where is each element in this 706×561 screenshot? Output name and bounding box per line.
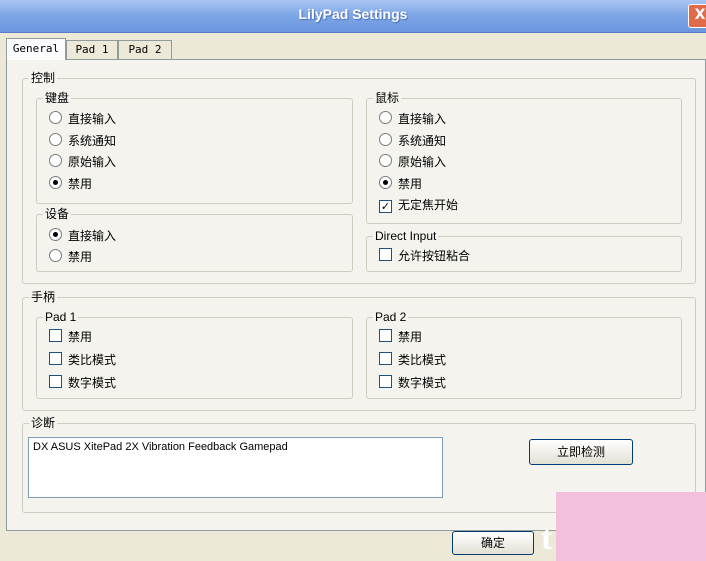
radio-button-selected[interactable] — [379, 176, 392, 189]
pad1-group: Pad 1 禁用 类比模式 数字模式 — [36, 310, 353, 399]
option-label: 直接输入 — [68, 229, 117, 243]
allow-button-binding-checkbox[interactable]: 允许按钮粘合 — [379, 247, 470, 265]
device-option-direct[interactable]: 直接输入 — [49, 227, 116, 245]
keyboard-option-raw[interactable]: 原始输入 — [49, 153, 116, 171]
keyboard-option-sysnotify[interactable]: 系统通知 — [49, 132, 116, 150]
option-label: 允许按钮粘合 — [398, 249, 471, 263]
option-label: 系统通知 — [398, 134, 447, 148]
option-label: 系统通知 — [68, 134, 117, 148]
radio-button[interactable] — [49, 154, 62, 167]
option-label: 数字模式 — [68, 376, 117, 390]
checkmark-icon[interactable]: ✓ — [379, 200, 392, 213]
radio-button[interactable] — [49, 249, 62, 262]
pad1-analog-checkbox[interactable]: 类比模式 — [49, 351, 116, 369]
gamepad-group-title: 手柄 — [29, 290, 58, 304]
option-label: 类比模式 — [398, 353, 447, 367]
radio-button[interactable] — [379, 111, 392, 124]
option-label: 无定焦开始 — [398, 198, 459, 212]
radio-button[interactable] — [49, 133, 62, 146]
checkbox[interactable] — [49, 375, 62, 388]
pad1-digital-checkbox[interactable]: 数字模式 — [49, 374, 116, 392]
checkbox[interactable] — [379, 375, 392, 388]
mouse-group-title: 鼠标 — [373, 91, 402, 105]
watermark-logo: t — [541, 520, 553, 557]
pad2-group-title: Pad 2 — [373, 310, 409, 324]
checkbox[interactable] — [379, 329, 392, 342]
keyboard-group-title: 键盘 — [43, 91, 72, 105]
pad2-disable-checkbox[interactable]: 禁用 — [379, 328, 422, 346]
direct-input-group: Direct Input 允许按钮粘合 — [366, 229, 682, 272]
option-label: 原始输入 — [398, 155, 447, 169]
device-group-title: 设备 — [43, 207, 72, 221]
ok-button[interactable]: 确定 — [452, 531, 534, 555]
watermark-overlay — [556, 492, 706, 561]
checkbox[interactable] — [49, 352, 62, 365]
direct-input-group-title: Direct Input — [373, 229, 439, 243]
mouse-option-direct[interactable]: 直接输入 — [379, 110, 446, 128]
tab-pad1[interactable]: Pad 1 — [66, 40, 118, 59]
pad1-disable-checkbox[interactable]: 禁用 — [49, 328, 92, 346]
radio-button[interactable] — [49, 111, 62, 124]
checkbox[interactable] — [49, 329, 62, 342]
option-label: 禁用 — [68, 177, 93, 191]
mouse-option-raw[interactable]: 原始输入 — [379, 153, 446, 171]
control-group-title: 控制 — [29, 71, 58, 85]
option-label: 禁用 — [68, 250, 93, 264]
device-list[interactable]: DX ASUS XitePad 2X Vibration Feedback Ga… — [28, 437, 443, 498]
option-label: 禁用 — [398, 330, 423, 344]
title-bar: LilyPad Settings X — [0, 0, 706, 33]
pad2-digital-checkbox[interactable]: 数字模式 — [379, 374, 446, 392]
mouse-group: 鼠标 直接输入 系统通知 原始输入 禁用 ✓ 无定焦开始 — [366, 91, 682, 224]
device-group: 设备 直接输入 禁用 — [36, 207, 353, 272]
checkbox[interactable] — [379, 248, 392, 261]
keyboard-option-disable[interactable]: 禁用 — [49, 175, 92, 193]
pad2-group: Pad 2 禁用 类比模式 数字模式 — [366, 310, 682, 399]
checkbox[interactable] — [379, 352, 392, 365]
radio-button-selected[interactable] — [49, 176, 62, 189]
option-label: 类比模式 — [68, 353, 117, 367]
radio-button[interactable] — [379, 133, 392, 146]
close-button[interactable]: X — [688, 4, 706, 28]
option-label: 直接输入 — [398, 112, 447, 126]
device-option-disable[interactable]: 禁用 — [49, 248, 92, 266]
detect-now-button[interactable]: 立即检测 — [529, 439, 633, 465]
keyboard-group: 键盘 直接输入 系统通知 原始输入 禁用 — [36, 91, 353, 204]
pad1-group-title: Pad 1 — [43, 310, 79, 324]
tab-pad2[interactable]: Pad 2 — [118, 40, 172, 59]
keyboard-option-direct[interactable]: 直接输入 — [49, 110, 116, 128]
tab-general[interactable]: General — [6, 38, 66, 60]
window-title: LilyPad Settings — [298, 6, 408, 22]
mouse-option-sysnotify[interactable]: 系统通知 — [379, 132, 446, 150]
option-label: 原始输入 — [68, 155, 117, 169]
mouse-option-disable[interactable]: 禁用 — [379, 175, 422, 193]
option-label: 禁用 — [398, 177, 423, 191]
pad2-analog-checkbox[interactable]: 类比模式 — [379, 351, 446, 369]
option-label: 数字模式 — [398, 376, 447, 390]
radio-button-selected[interactable] — [49, 228, 62, 241]
option-label: 禁用 — [68, 330, 93, 344]
radio-button[interactable] — [379, 154, 392, 167]
mouse-unfocused-start-checkbox[interactable]: ✓ 无定焦开始 — [379, 196, 458, 214]
option-label: 直接输入 — [68, 112, 117, 126]
device-list-item[interactable]: DX ASUS XitePad 2X Vibration Feedback Ga… — [33, 441, 438, 453]
diagnostics-group-title: 诊断 — [29, 416, 58, 430]
